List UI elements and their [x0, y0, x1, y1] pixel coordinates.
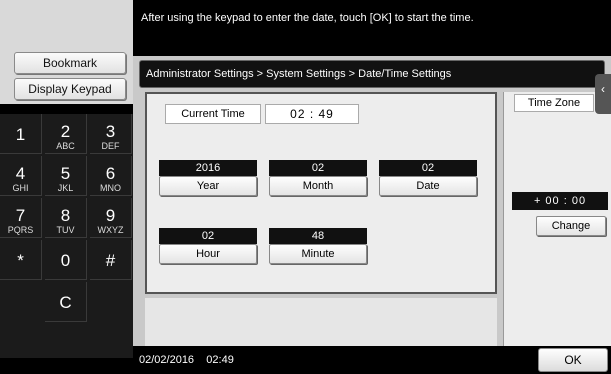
key-7[interactable]: 7 PQRS: [0, 198, 42, 238]
month-button[interactable]: Month: [269, 176, 367, 196]
time-zone-panel: Time Zone + 00 : 00 Change: [503, 92, 611, 346]
display-keypad-button[interactable]: Display Keypad: [14, 78, 126, 100]
key-6[interactable]: 6 MNO: [90, 156, 132, 196]
date-button[interactable]: Date: [379, 176, 477, 196]
key-0[interactable]: 0: [45, 240, 87, 280]
chevron-left-icon: ‹: [601, 82, 605, 96]
message-bar: After using the keypad to enter the date…: [133, 0, 611, 56]
ok-button[interactable]: OK: [538, 348, 608, 372]
key-asterisk[interactable]: *: [0, 240, 42, 280]
breadcrumb: Administrator Settings > System Settings…: [139, 60, 605, 88]
year-value: 2016: [159, 160, 257, 176]
time-zone-label: Time Zone: [514, 94, 594, 112]
hour-field: 02 Hour: [159, 228, 257, 264]
minute-field: 48 Minute: [269, 228, 367, 264]
key-clear[interactable]: C: [45, 282, 87, 322]
date-field: 02 Date: [379, 160, 477, 196]
settings-content: Administrator Settings > System Settings…: [133, 56, 611, 346]
hour-value: 02: [159, 228, 257, 244]
date-time-panel: Current Time 02 : 49 2016 Year 02 Month …: [145, 92, 497, 294]
current-time-value: 02 : 49: [265, 104, 359, 124]
minute-button[interactable]: Minute: [269, 244, 367, 264]
month-field: 02 Month: [269, 160, 367, 196]
change-button[interactable]: Change: [536, 216, 606, 236]
time-zone-value: + 00 : 00: [512, 192, 608, 210]
key-2[interactable]: 2 ABC: [45, 114, 87, 154]
lower-panel: [145, 298, 497, 346]
key-5[interactable]: 5 JKL: [45, 156, 87, 196]
minute-value: 48: [269, 228, 367, 244]
year-button[interactable]: Year: [159, 176, 257, 196]
side-panel-tab[interactable]: ‹: [595, 74, 611, 114]
key-9[interactable]: 9 WXYZ: [90, 198, 132, 238]
year-field: 2016 Year: [159, 160, 257, 196]
instruction-message: After using the keypad to enter the date…: [141, 12, 474, 24]
numeric-keypad: 1 2 ABC 3 DEF 4 GHI 5 JKL 6 MNO 7 PQRS 8 TUV 9W…: [0, 114, 133, 360]
date-value: 02: [379, 160, 477, 176]
hour-button[interactable]: Hour: [159, 244, 257, 264]
status-datetime: 02/02/2016 02:49: [139, 354, 234, 366]
key-1[interactable]: 1: [0, 114, 42, 154]
left-bottom-strip: [0, 358, 133, 374]
left-panel: Bookmark Display Keypad 1 2 ABC 3 DEF 4 GHI…: [0, 0, 133, 374]
key-8[interactable]: 8 TUV: [45, 198, 87, 238]
key-hash[interactable]: #: [90, 240, 132, 280]
bookmark-button[interactable]: Bookmark: [14, 52, 126, 74]
key-4[interactable]: 4 GHI: [0, 156, 42, 196]
status-bar: 02/02/2016 02:49 OK: [133, 346, 611, 374]
month-value: 02: [269, 160, 367, 176]
sidebar-top: Bookmark Display Keypad: [0, 0, 133, 104]
key-3[interactable]: 3 DEF: [90, 114, 132, 154]
current-time-label: Current Time: [165, 104, 261, 124]
